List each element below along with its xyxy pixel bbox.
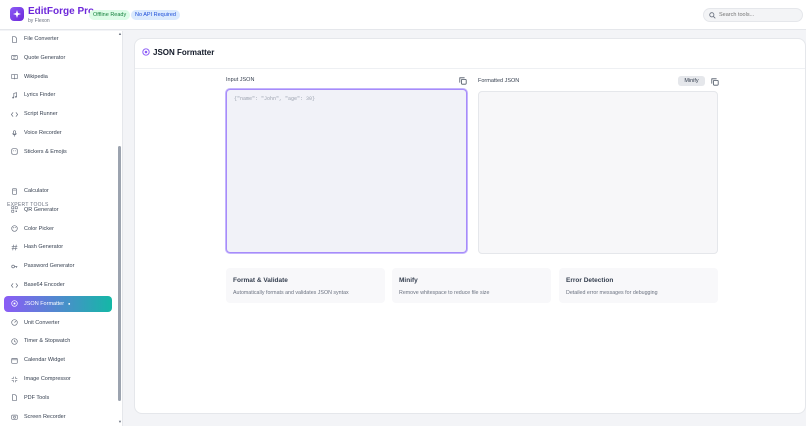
hash-icon — [11, 244, 18, 251]
feature-description: Remove whitespace to reduce file size — [399, 290, 490, 296]
music-icon — [11, 92, 18, 99]
feature-description: Automatically formats and validates JSON… — [233, 290, 349, 296]
sidebar-item-label: Password Generator — [24, 263, 75, 270]
sidebar-item-json-formatter[interactable]: JSON Formatter ● — [4, 295, 112, 312]
sidebar-item-hash-generator[interactable]: Hash Generator — [4, 239, 112, 255]
sidebar-item-label: Voice Recorder — [24, 130, 62, 136]
gauge-icon — [11, 319, 18, 326]
logo-icon[interactable] — [10, 7, 24, 21]
code-icon — [11, 282, 18, 289]
formatted-json-output[interactable] — [478, 91, 718, 254]
sidebar-scrollbar-thumb[interactable] — [118, 146, 121, 401]
copy-output-button[interactable] — [710, 77, 719, 86]
input-json-label: Input JSON — [226, 77, 255, 83]
file-icon — [11, 394, 18, 401]
sidebar-item-pdf-tools[interactable]: PDF Tools — [4, 390, 112, 406]
sticker-icon — [11, 148, 18, 155]
input-json-textarea[interactable] — [226, 89, 467, 253]
sidebar-item-label: Base64 Encoder — [24, 282, 65, 288]
code-icon — [11, 111, 18, 118]
sidebar-item-stickers-emojis[interactable]: Stickers & Emojis — [4, 144, 112, 160]
scroll-up-arrow[interactable]: ▲ — [118, 31, 122, 36]
sidebar-item-label: PDF Tools — [24, 394, 50, 401]
search-icon — [709, 12, 716, 19]
sidebar-item-label: JSON Formatter — [24, 300, 65, 307]
json-icon — [11, 300, 18, 307]
sidebar-item-label: Lyrics Finder — [24, 92, 56, 99]
sidebar-item-password-generator[interactable]: Password Generator — [4, 258, 112, 274]
sidebar-item-image-compressor[interactable]: Image Compressor — [4, 371, 112, 387]
json-icon — [142, 48, 150, 56]
sidebar-item-label: Quote Generator — [24, 54, 66, 61]
formatted-json-label: Formatted JSON — [478, 78, 520, 84]
copy-icon — [458, 76, 467, 85]
sidebar-item-quote-generator[interactable]: Quote Generator — [4, 50, 112, 66]
sidebar-item-calendar-widget[interactable]: Calendar Widget — [4, 352, 112, 368]
feature-title: Minify — [399, 277, 418, 284]
qr-icon — [11, 206, 18, 213]
sidebar-item-voice-recorder[interactable]: Voice Recorder — [4, 125, 112, 141]
sidebar-item-label: Stickers & Emojis — [24, 148, 67, 155]
page-title: JSON Formatter — [153, 48, 215, 57]
clock-icon — [11, 338, 18, 345]
copy-input-button[interactable] — [458, 76, 467, 85]
feature-title: Error Detection — [566, 277, 614, 284]
scroll-down-arrow[interactable]: ▼ — [118, 419, 122, 424]
sidebar-item-label: Wikipedia — [24, 73, 48, 80]
search-box[interactable] — [703, 8, 803, 22]
book-icon — [11, 73, 18, 80]
copy-icon — [710, 77, 719, 86]
sidebar-item-script-runner[interactable]: Script Runner — [4, 106, 112, 122]
sidebar-item-wikipedia[interactable]: Wikipedia — [4, 69, 112, 85]
sidebar-item-label: Image Compressor — [24, 376, 71, 382]
sidebar-item-base64-encoder[interactable]: Base64 Encoder — [4, 277, 112, 293]
sidebar-item-color-picker[interactable]: Color Picker — [4, 221, 112, 237]
mic-icon — [11, 129, 18, 137]
sidebar-item-label: Unit Converter — [24, 319, 60, 326]
camera-icon — [11, 413, 18, 420]
compress-icon — [11, 376, 18, 383]
file-icon — [11, 35, 18, 43]
sidebar-item-label: Color Picker — [24, 225, 54, 232]
offline-ready-badge: Offline Ready — [89, 10, 131, 20]
sidebar-item-lyrics-finder[interactable]: Lyrics Finder — [4, 87, 112, 103]
sidebar: File Converter Quote Generator Wikipedia Ly… — [0, 31, 123, 426]
sidebar-item-unit-converter[interactable]: Unit Converter — [4, 315, 112, 331]
search-input[interactable] — [719, 10, 799, 20]
quote-icon — [11, 54, 18, 61]
sidebar-item-screen-recorder[interactable]: Screen Recorder — [4, 409, 112, 425]
app-title: EditForge Pro — [28, 6, 95, 17]
active-indicator-dot: ● — [68, 301, 71, 307]
sidebar-item-label: Timer & Stopwatch — [24, 338, 71, 345]
top-bar: EditForge Pro by Flexon Offline Ready No… — [0, 0, 806, 30]
card-header: JSON Formatter — [135, 39, 805, 69]
palette-icon — [11, 225, 18, 232]
feature-description: Detailed error messages for debugging — [566, 290, 658, 296]
sidebar-item-file-converter[interactable]: File Converter — [4, 31, 112, 47]
sidebar-item-qr-generator[interactable]: QR Generator — [4, 202, 112, 218]
minify-button[interactable]: Minify — [678, 76, 705, 86]
no-api-badge: No API Required — [131, 10, 180, 20]
sidebar-item-timer-stopwatch[interactable]: Timer & Stopwatch — [4, 333, 112, 349]
feature-card-minify: Minify Remove whitespace to reduce file … — [392, 268, 551, 303]
sidebar-item-label: Hash Generator — [24, 244, 64, 251]
calculator-icon — [11, 187, 18, 195]
app-subtitle: by Flexon — [28, 18, 50, 24]
sidebar-item-label: Script Runner — [24, 111, 58, 118]
sidebar-item-calculator[interactable]: Calculator — [4, 183, 112, 199]
key-icon — [11, 263, 18, 270]
sidebar-item-label: Calculator — [24, 188, 49, 194]
sidebar-item-label: Calendar Widget — [24, 357, 65, 364]
calendar-icon — [11, 357, 18, 364]
feature-card-error-detection: Error Detection Detailed error messages … — [559, 268, 718, 303]
sidebar-item-label: QR Generator — [24, 206, 59, 213]
sidebar-item-label: File Converter — [24, 36, 59, 42]
feature-title: Format & Validate — [233, 277, 288, 284]
feature-card-format-validate: Format & Validate Automatically formats … — [226, 268, 385, 303]
sidebar-item-label: Screen Recorder — [24, 413, 66, 420]
